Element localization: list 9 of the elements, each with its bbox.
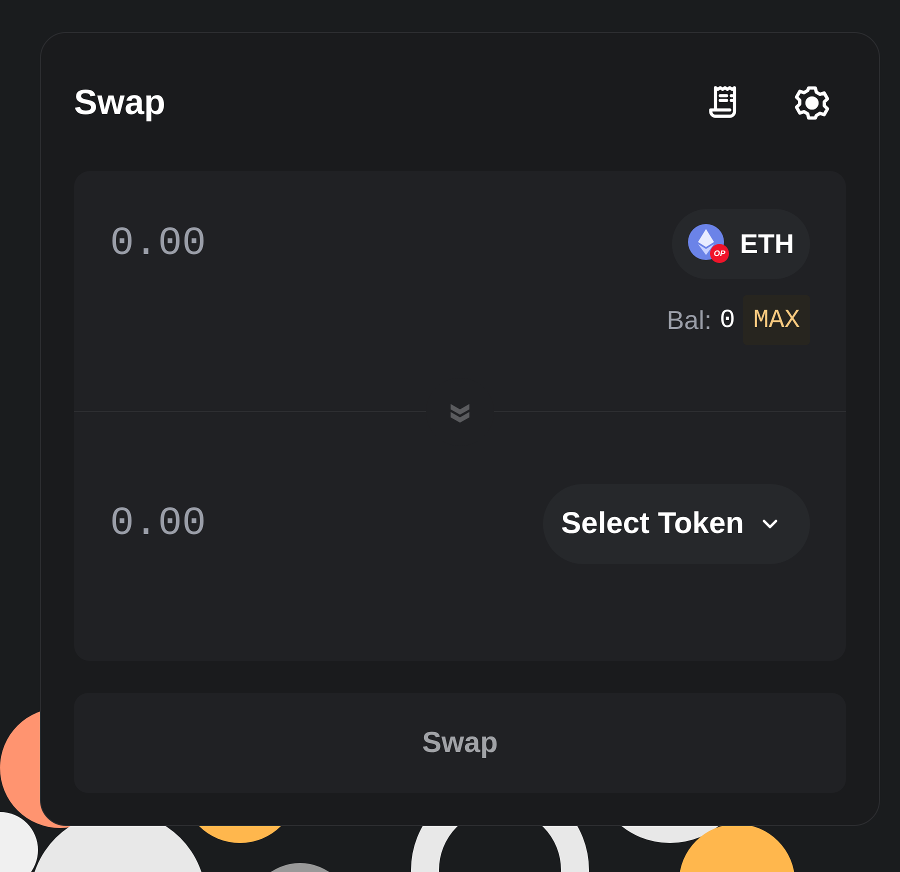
token-selector[interactable]: OP ETH — [672, 209, 810, 279]
network-badge: OP — [710, 244, 729, 263]
from-amount-field[interactable]: 0.00 — [110, 222, 330, 266]
balance-label: Bal: — [666, 304, 712, 336]
select-token-button[interactable]: Select Token — [543, 484, 810, 564]
balance-value: 0 — [720, 305, 736, 335]
max-button[interactable]: MAX — [743, 295, 810, 345]
to-amount-field[interactable]: 0.00 — [110, 502, 330, 546]
card-title: Swap — [74, 83, 166, 123]
